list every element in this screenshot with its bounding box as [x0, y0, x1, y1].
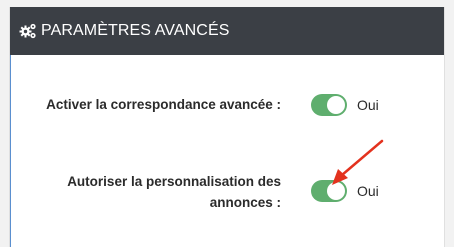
- ad-personalization-label: Autoriser la personnalisation des annonc…: [67, 171, 281, 213]
- advanced-matching-label: Activer la correspondance avancée :: [46, 97, 281, 112]
- advanced-settings-panel: PARAMÈTRES AVANCÉS Activer la correspond…: [9, 7, 445, 247]
- panel-title: PARAMÈTRES AVANCÉS: [41, 22, 230, 39]
- advanced-matching-toggle-text: Oui: [357, 97, 379, 113]
- ad-personalization-label-line2: annonces :: [209, 195, 281, 210]
- panel-header: PARAMÈTRES AVANCÉS: [10, 7, 444, 55]
- gears-icon: [19, 22, 37, 40]
- ad-personalization-label-line1: Autoriser la personnalisation des: [67, 174, 281, 189]
- toggle-knob: [327, 96, 345, 114]
- advanced-matching-toggle-group: Oui: [311, 94, 379, 116]
- annotation-arrow-icon: [332, 139, 384, 185]
- advanced-matching-toggle[interactable]: [311, 94, 347, 116]
